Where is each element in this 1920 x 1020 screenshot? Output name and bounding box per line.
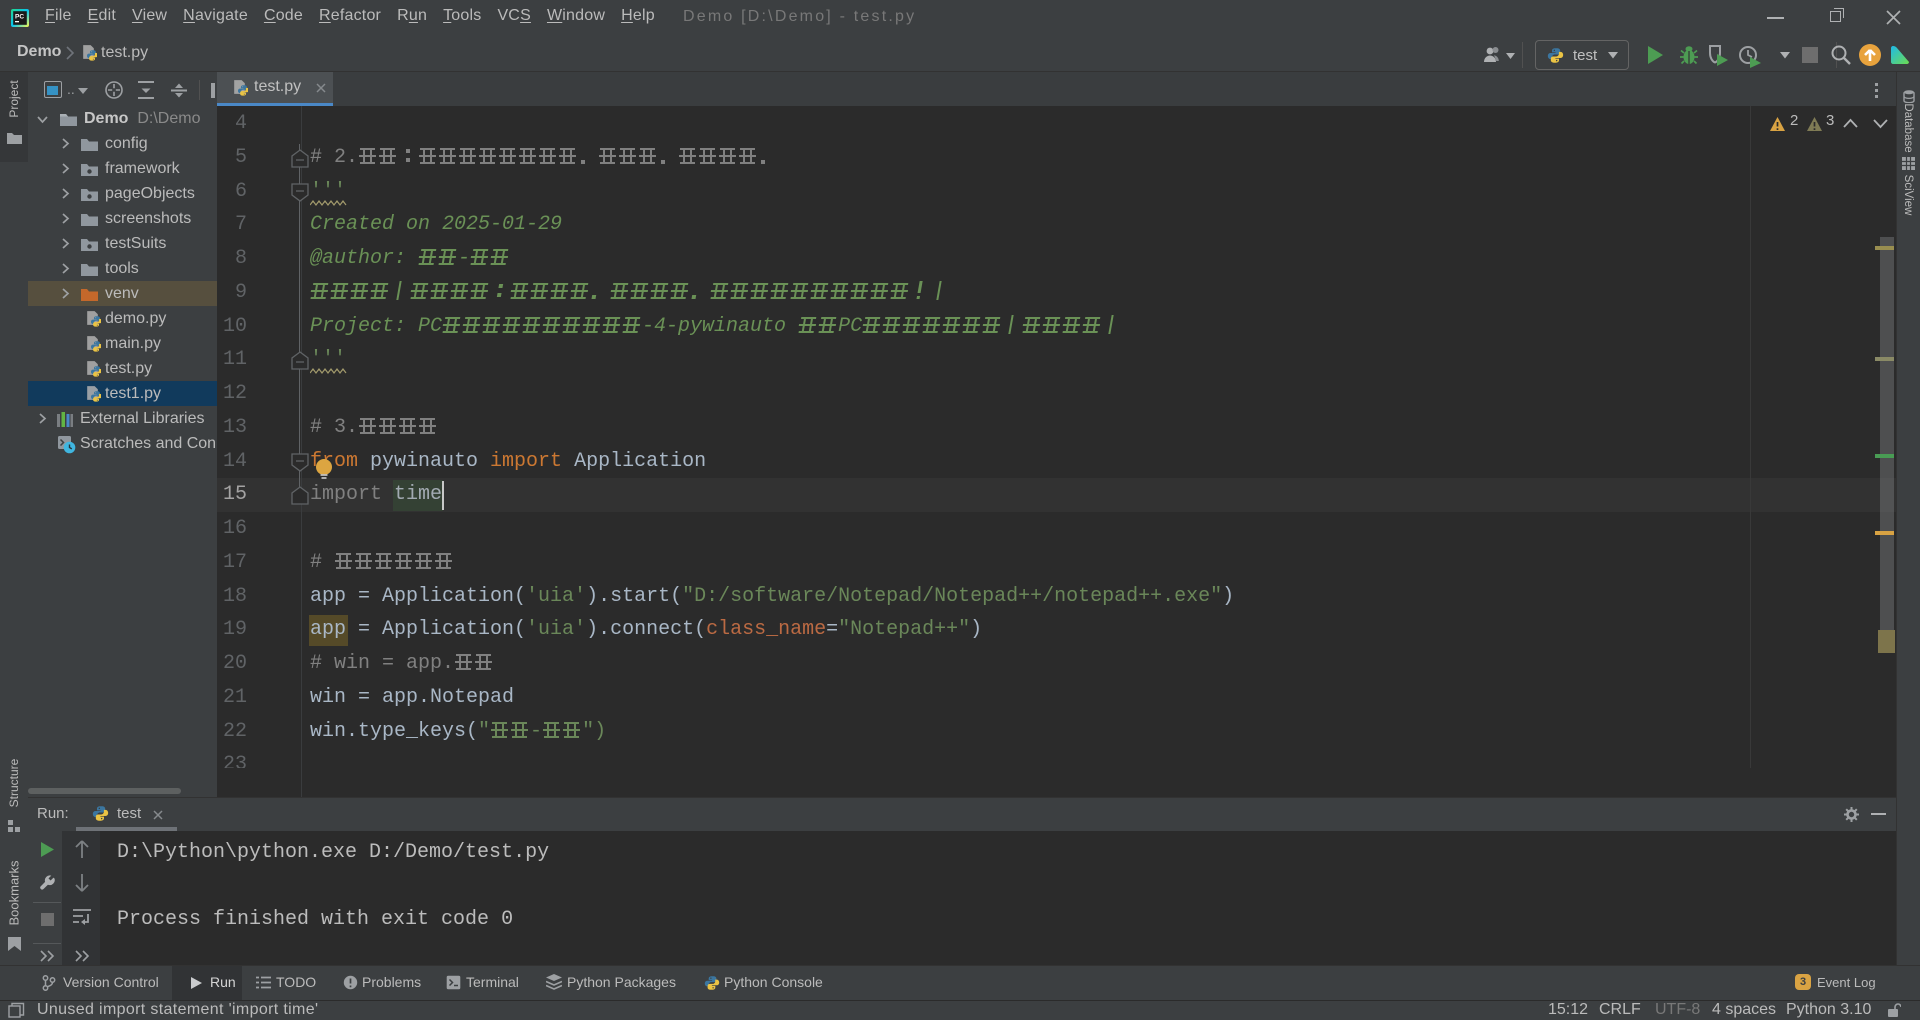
svg-text:PC: PC	[15, 14, 24, 21]
